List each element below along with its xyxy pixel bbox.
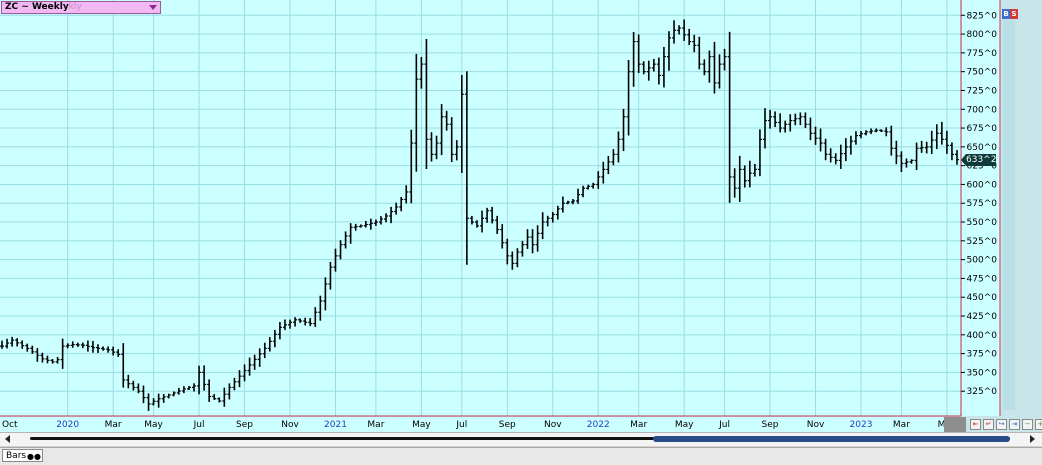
x-tick-label: Sep	[236, 420, 253, 430]
x-tick-label: Mar	[893, 420, 910, 430]
nav-first-icon[interactable]: ⇤	[970, 419, 981, 430]
y-tick-label: 675^0	[967, 124, 998, 134]
x-tick-label: Jul	[193, 420, 205, 430]
scroll-right-icon[interactable]	[1030, 435, 1035, 443]
x-tick-label: Jul	[455, 420, 467, 430]
x-tick-label: Sep	[762, 420, 779, 430]
x-axis-scroll-corner	[944, 417, 966, 432]
x-tick-label: May	[144, 420, 163, 430]
x-tick-label: 2022	[587, 420, 610, 430]
scroll-left-icon[interactable]	[5, 435, 10, 443]
scroll-thumb[interactable]	[653, 436, 1010, 442]
x-tick-label: Sep	[499, 420, 516, 430]
x-tick-label: 2020	[56, 420, 79, 430]
y-tick-label: 450^0	[967, 293, 998, 303]
x-tick-label: Nov	[807, 420, 825, 430]
x-tick-label: May	[412, 420, 431, 430]
dropdown-arrow-icon[interactable]	[149, 5, 157, 10]
buy-button[interactable]: B	[1002, 9, 1010, 19]
x-tick-label: Nov	[544, 420, 562, 430]
x-tick-label: Oct	[2, 420, 18, 430]
nav-forward-icon[interactable]: ↪	[996, 419, 1007, 430]
y-tick-label: 750^0	[967, 68, 998, 78]
price-chart: 325^0 350^0 375^0 400^0 425^0 450^0 475^0 500^0…	[0, 0, 1042, 432]
horizontal-scrollbar[interactable]	[0, 432, 1042, 446]
y-tick-label: 475^0	[967, 274, 998, 284]
x-tick-label: Mar	[630, 420, 647, 430]
nav-last-icon[interactable]: ⇥	[1009, 419, 1020, 430]
x-tick-label: 2023	[850, 420, 873, 430]
y-axis: 325^0 350^0 375^0 400^0 425^0 450^0 475^0 500^0…	[961, 11, 997, 397]
x-tick-label: Mar	[105, 420, 122, 430]
y-tick-label: 825^0	[967, 11, 998, 21]
y-tick-label: 775^0	[967, 49, 998, 59]
y-tick-label: 550^0	[967, 218, 998, 228]
y-tick-label: 325^0	[967, 387, 998, 397]
tab-options-icon[interactable]: ●●	[27, 453, 41, 461]
symbol-selector[interactable]: ZC ~ Weeklykly	[1, 1, 161, 14]
last-price-marker: 633^2	[961, 154, 997, 166]
zoom-in-icon[interactable]: +	[1035, 419, 1042, 430]
zoom-out-icon[interactable]: −	[1022, 419, 1033, 430]
status-footer: Bars ●●	[0, 447, 1042, 465]
nav-back-icon[interactable]: ↵	[983, 419, 994, 430]
x-tick-label: 2021	[324, 420, 347, 430]
y-tick-label: 425^0	[967, 312, 998, 322]
chart-nav-buttons: ⇤ ↵ ↪ ⇥ − +	[970, 419, 1042, 430]
chart-type-label: Bars	[6, 451, 27, 461]
y-tick-label: 350^0	[967, 368, 998, 378]
y-tick-label: 600^0	[967, 180, 998, 190]
y-tick-label: 725^0	[967, 86, 998, 96]
y-tick-label: 700^0	[967, 105, 998, 115]
y-tick-label: 500^0	[967, 256, 998, 266]
vertical-scroll-strip[interactable]	[1003, 20, 1015, 410]
y-tick-label: 375^0	[967, 350, 998, 360]
y-tick-label: 650^0	[967, 143, 998, 153]
x-tick-label: Jul	[718, 420, 730, 430]
symbol-label: ZC ~ Weekly	[5, 2, 69, 12]
x-tick-label: Nov	[281, 420, 299, 430]
sell-button[interactable]: S	[1010, 9, 1018, 19]
x-tick-label: May	[675, 420, 694, 430]
chart-type-tab[interactable]: Bars ●●	[2, 449, 43, 462]
symbol-ghost-text: kly	[68, 2, 82, 12]
y-tick-label: 800^0	[967, 30, 998, 40]
y-tick-label: 525^0	[967, 237, 998, 247]
y-tick-label: 575^0	[967, 199, 998, 209]
x-tick-label: Mar	[367, 420, 384, 430]
y-tick-label: 400^0	[967, 331, 998, 341]
